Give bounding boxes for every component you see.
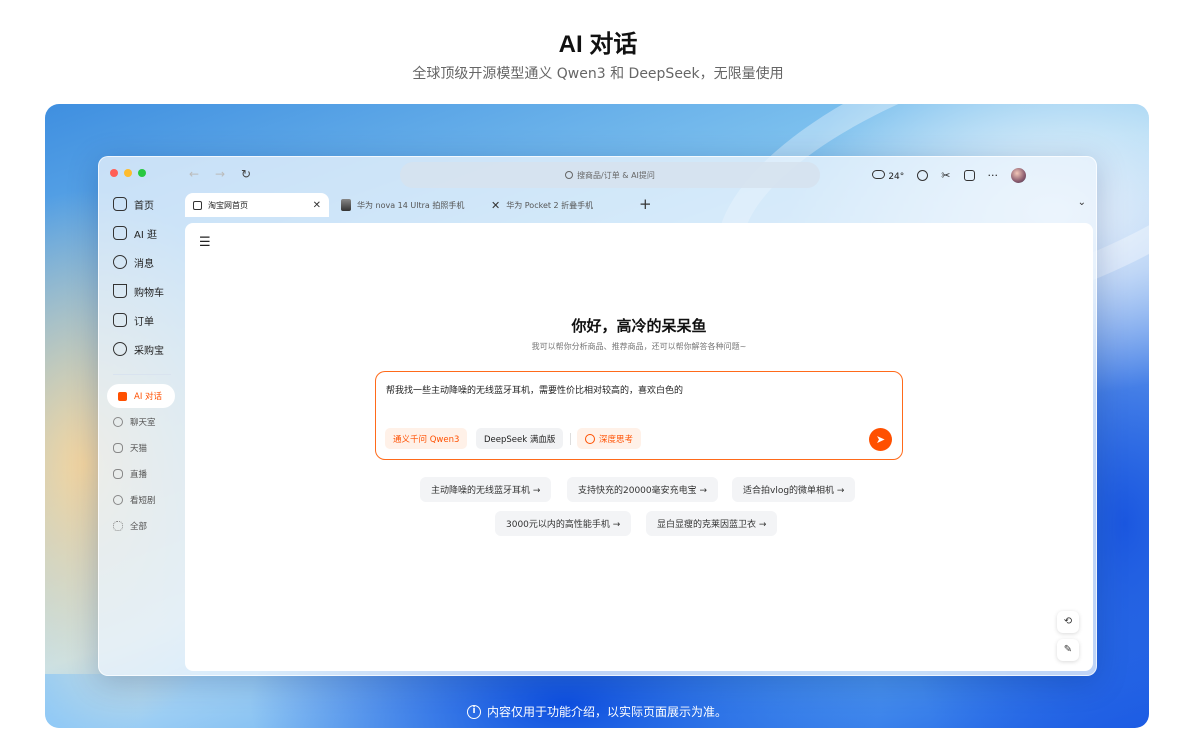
sidebar-item-live[interactable]: 直播 [113, 463, 147, 485]
sidebar-item-chatroom[interactable]: 聊天室 [113, 411, 156, 433]
address-bar[interactable]: 搜商品/订单 & AI提问 [400, 162, 820, 188]
paper-plane-icon: ➤ [875, 433, 886, 446]
tmall-icon [113, 443, 123, 453]
weather-temperature: 24° [888, 171, 905, 182]
tab-label: 淘宝网首页 [208, 200, 248, 210]
sidebar-item-label: 采购宝 [134, 345, 164, 357]
send-button[interactable]: ➤ [869, 428, 892, 451]
home-icon [193, 200, 202, 210]
sidebar-item-home[interactable]: 首页 [113, 193, 154, 215]
sidebar-item-ai-browse[interactable]: AI 逛 [113, 222, 157, 244]
minimize-window-button[interactable] [124, 169, 132, 177]
sidebar-item-cart[interactable]: 购物车 [113, 280, 164, 302]
chip-label: DeepSeek 满血版 [484, 434, 556, 445]
close-icon[interactable]: ✕ [313, 200, 321, 211]
search-icon [565, 171, 574, 179]
cloud-icon [872, 169, 886, 179]
chat-input[interactable]: 帮我找一些主动降噪的无线蓝牙耳机，需要性价比相对较高的，喜欢白色的 [386, 383, 683, 396]
disclaimer-text: 内容仅用于功能介绍，以实际页面展示为准。 [486, 705, 727, 719]
new-chat-edit-icon[interactable]: ✎ [1057, 639, 1079, 661]
sidebar-item-purchase[interactable]: 采购宝 [113, 338, 164, 360]
chat-panel: ☰ 你好，高冷的呆呆鱼 我可以帮你分析商品、推荐商品，还可以帮你解答各种问题~ … [185, 223, 1093, 671]
sidebar-item-label: 聊天室 [130, 418, 156, 428]
folding-phone-thumbnail-icon: ✕ [491, 198, 501, 212]
hero-title: AI 对话 [558, 31, 638, 58]
info-icon: i [466, 704, 481, 719]
phone-thumbnail-icon [341, 199, 351, 211]
address-placeholder: 搜商品/订单 & AI提问 [577, 170, 655, 180]
hero-subtitle: 全球顶级开源模型通义 Qwen3 和 DeepSeek，无限量使用 [412, 66, 784, 82]
live-icon [113, 469, 123, 479]
sidebar-item-label: 直播 [130, 470, 148, 480]
back-arrow-icon[interactable]: ← [189, 167, 199, 181]
browser-toolbar: 24° ✂ ··· [872, 168, 1026, 183]
settings-gear-icon[interactable] [963, 170, 975, 181]
refresh-chat-icon[interactable]: ⟲ [1057, 611, 1079, 633]
sidebar-item-tmall[interactable]: 天猫 [113, 437, 147, 459]
suggestion-chip[interactable]: 3000元以内的高性能手机 → [495, 511, 632, 536]
sidebar: 首页 AI 逛 消息 购物车 订单 采购宝 AI 对话 聊天室 天猫 直播 看短… [103, 187, 179, 671]
tab-label: 华为 nova 14 Ultra 拍照手机 [357, 200, 465, 210]
window-controls [110, 169, 146, 177]
tab-label: 华为 Pocket 2 折叠手机 [506, 200, 594, 210]
deep-think-toggle[interactable]: 深度思考 [577, 428, 642, 449]
ai-chat-icon [118, 391, 127, 401]
chip-label: 深度思考 [599, 434, 634, 445]
sidebar-item-label: 天猫 [130, 444, 148, 454]
chat-bubble-icon [113, 255, 127, 269]
sidebar-divider [113, 374, 171, 375]
disclaimer-notice: i 内容仅用于功能介绍，以实际页面展示为准。 [45, 703, 1149, 720]
weather-widget[interactable]: 24° [872, 169, 905, 182]
chevron-down-icon[interactable]: ⌄ [1078, 197, 1086, 208]
brain-icon [585, 433, 595, 444]
forward-arrow-icon[interactable]: → [215, 167, 225, 181]
sidebar-item-orders[interactable]: 订单 [113, 309, 154, 331]
sidebar-item-label: 看短剧 [130, 496, 156, 506]
new-tab-plus-icon[interactable]: + [639, 195, 652, 213]
browser-window: ← → ↻ 搜商品/订单 & AI提问 24° ✂ ··· 淘宝网首页 ✕ 华为… [98, 156, 1097, 676]
sidebar-item-all[interactable]: 全部 [113, 515, 147, 537]
sidebar-item-messages[interactable]: 消息 [113, 251, 154, 273]
suggestion-chip[interactable]: 支持快充的20000毫安充电宝 → [567, 477, 719, 502]
suggestion-chip[interactable]: 适合拍vlog的微单相机 → [732, 477, 856, 502]
close-window-button[interactable] [110, 169, 118, 177]
model-qwen-chip[interactable]: 通义千问 Qwen3 [385, 428, 468, 449]
chip-divider [570, 433, 571, 445]
sidebar-item-label: 全部 [130, 522, 148, 532]
chat-input-box[interactable]: 帮我找一些主动降噪的无线蓝牙耳机，需要性价比相对较高的，喜欢白色的 通义千问 Q… [375, 371, 903, 460]
reload-icon[interactable]: ↻ [241, 167, 251, 181]
sidebar-item-label: AI 对话 [134, 392, 163, 402]
tab-nova-phone[interactable]: 华为 nova 14 Ultra 拍照手机 [341, 193, 464, 217]
tab-pocket-phone[interactable]: ✕ 华为 Pocket 2 折叠手机 [491, 193, 593, 217]
refresh-badge-icon [113, 342, 127, 356]
greeting-title: 你好，高冷的呆呆鱼 [571, 317, 707, 335]
maximize-window-button[interactable] [138, 169, 146, 177]
grid-icon [113, 521, 123, 531]
play-icon [113, 495, 123, 505]
tab-taobao-home[interactable]: 淘宝网首页 ✕ [185, 193, 329, 217]
model-deepseek-chip[interactable]: DeepSeek 满血版 [476, 428, 564, 449]
sidebar-item-short-drama[interactable]: 看短剧 [113, 489, 156, 511]
scissors-icon[interactable]: ✂ [941, 169, 950, 182]
clipboard-icon [113, 313, 127, 327]
greeting-subtitle: 我可以帮你分析商品、推荐商品，还可以帮你解答各种问题~ [531, 342, 747, 351]
sidebar-item-label: 消息 [134, 258, 154, 270]
sidebar-item-ai-chat[interactable]: AI 对话 [107, 384, 175, 408]
home-icon [113, 197, 127, 211]
suggestion-chip[interactable]: 主动降噪的无线蓝牙耳机 → [420, 477, 552, 502]
sidebar-item-label: AI 逛 [134, 229, 157, 241]
cart-icon [113, 284, 127, 298]
avatar[interactable] [1011, 168, 1026, 183]
history-clock-icon[interactable] [917, 170, 929, 181]
more-icon[interactable]: ··· [988, 169, 999, 182]
suggestion-chip[interactable]: 显白显瘦的克莱因蓝卫衣 → [646, 511, 778, 536]
collapse-menu-icon[interactable]: ☰ [199, 235, 211, 250]
camera-bag-icon [113, 226, 127, 240]
chip-label: 通义千问 Qwen3 [393, 434, 460, 445]
sidebar-item-label: 购物车 [134, 287, 164, 299]
sidebar-item-label: 首页 [134, 200, 154, 212]
hash-icon [113, 417, 123, 427]
sidebar-item-label: 订单 [134, 316, 154, 328]
